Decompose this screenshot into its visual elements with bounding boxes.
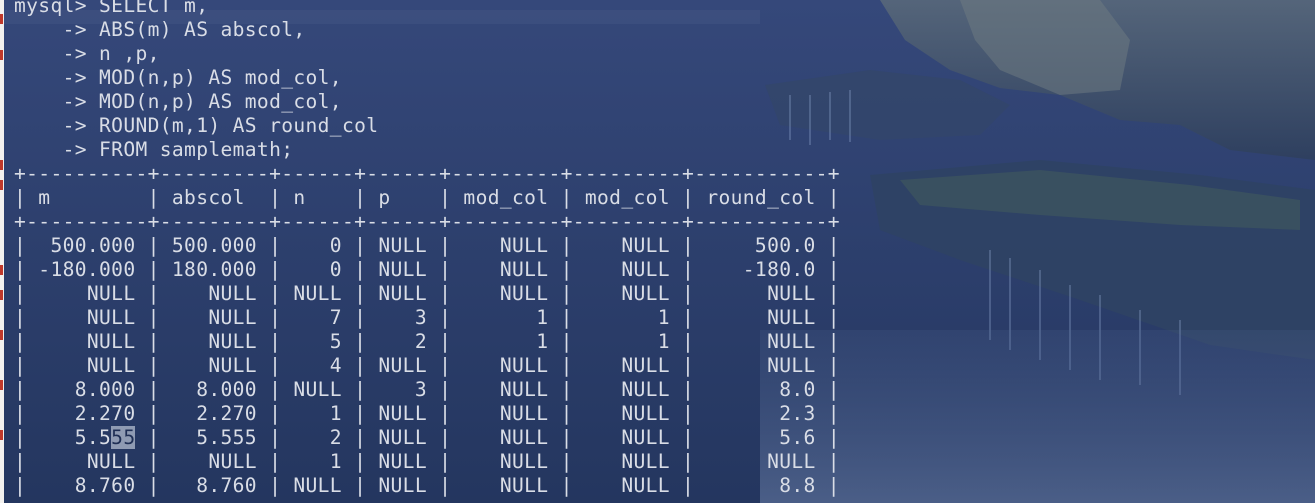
query-line: mysql> SELECT m, xyxy=(14,0,209,17)
gutter-marker xyxy=(0,180,3,190)
background-window-edge xyxy=(0,0,4,503)
table-row: | 8.000 | 8.000 | NULL | 3 | NULL | NULL… xyxy=(14,378,840,401)
table-row: | NULL | NULL | 7 | 3 | 1 | 1 | NULL | xyxy=(14,306,840,329)
table-row: | NULL | NULL | 1 | NULL | NULL | NULL |… xyxy=(14,450,840,473)
query-line: -> MOD(n,p) AS mod_col, xyxy=(14,66,342,89)
table-row: | 2.270 | 2.270 | 1 | NULL | NULL | NULL… xyxy=(14,402,840,425)
text-selection[interactable]: 55 xyxy=(111,426,136,449)
query-line: -> MOD(n,p) AS mod_col, xyxy=(14,90,342,113)
gutter-marker xyxy=(0,380,3,390)
query-line: -> n ,p, xyxy=(14,42,160,65)
table-row: | 500.000 | 500.000 | 0 | NULL | NULL | … xyxy=(14,234,840,257)
table-row: | -180.000 | 180.000 | 0 | NULL | NULL |… xyxy=(14,258,840,281)
table-border: +----------+---------+------+------+----… xyxy=(14,210,840,233)
table-row-selected: | 5.555 | 5.555 | 2 | NULL | NULL | NULL… xyxy=(14,426,840,449)
gutter-marker xyxy=(0,14,3,24)
query-line: -> ROUND(m,1) AS round_col xyxy=(14,114,379,137)
gutter-marker xyxy=(0,330,3,340)
gutter-marker xyxy=(0,265,3,275)
table-row: | NULL | NULL | 5 | 2 | 1 | 1 | NULL | xyxy=(14,330,840,353)
table-row: | NULL | NULL | 4 | NULL | NULL | NULL |… xyxy=(14,354,840,377)
gutter-marker xyxy=(0,290,3,300)
table-row: | NULL | NULL | NULL | NULL | NULL | NUL… xyxy=(14,282,840,305)
gutter-marker xyxy=(0,430,3,440)
gutter-marker xyxy=(0,50,3,60)
query-line: -> FROM samplemath; xyxy=(14,138,294,161)
query-line: -> ABS(m) AS abscol, xyxy=(14,18,306,41)
table-border: +----------+---------+------+------+----… xyxy=(14,162,840,185)
terminal-output[interactable]: mysql> SELECT m, -> ABS(m) AS abscol, ->… xyxy=(14,0,1304,502)
gutter-marker xyxy=(0,160,3,170)
table-header: | m | abscol | n | p | mod_col | mod_col… xyxy=(14,186,840,209)
table-row: | 8.760 | 8.760 | NULL | NULL | NULL | N… xyxy=(14,474,840,497)
